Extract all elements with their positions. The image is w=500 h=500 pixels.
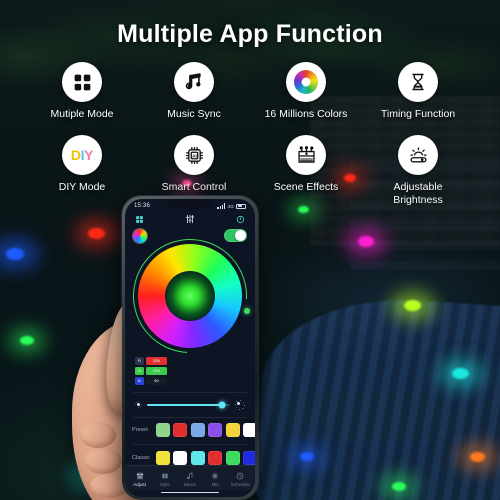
rgb-value-panel[interactable]: R 255 G 220 B 60	[135, 357, 255, 385]
rgb-channel-g: G	[135, 367, 144, 375]
status-time: 15:36	[134, 203, 151, 209]
led-red	[88, 228, 105, 239]
feature-label: Mutiple Mode	[50, 108, 114, 120]
classic-swatch-4[interactable]	[208, 450, 222, 465]
home-indicator[interactable]	[161, 491, 219, 493]
feature-item-diy-mode[interactable]: DIY DIY Mode	[26, 135, 138, 207]
led-yellow	[404, 300, 421, 311]
feature-label: Scene Effects	[273, 181, 339, 194]
power-settings-icon[interactable]	[236, 215, 245, 224]
brightness-dial-icon	[398, 135, 438, 176]
current-color-swatch[interactable]	[133, 229, 147, 243]
nav-item-schedule[interactable]: Schedule	[228, 472, 253, 487]
color-wheel-control[interactable]	[125, 215, 255, 377]
palette-label: Preset	[132, 427, 148, 434]
brightness-high-icon	[235, 400, 245, 410]
power-toggle[interactable]	[224, 229, 247, 242]
feature-label: Smart Control	[161, 181, 227, 194]
feature-label: Adjustable Brightness	[393, 181, 443, 207]
preset-swatch-3[interactable]	[190, 423, 205, 438]
nav-label: Mix	[211, 481, 219, 487]
ai-chip-icon: AI	[174, 135, 214, 176]
brightness-slider-row[interactable]	[125, 393, 255, 410]
smartphone: 15:36 4G R 255 G 220 B 60 Preset Classic…	[122, 196, 258, 500]
brightness-low-icon	[135, 401, 142, 408]
preset-swatch-1[interactable]	[155, 423, 170, 438]
nav-label: Schedule	[230, 481, 250, 487]
hourglass-icon	[398, 62, 438, 102]
nav-item-music[interactable]: Music	[177, 472, 202, 487]
feature-item-timing-function[interactable]: Timing Function	[362, 62, 474, 121]
feature-label: 16 Millions Colors	[264, 108, 348, 120]
rgb-value-g: 220	[146, 367, 167, 375]
knuckle-1	[80, 422, 116, 448]
page-title: Multiple App Function	[117, 20, 383, 48]
palette-row-classic: Classic	[125, 445, 255, 465]
nav-item-style[interactable]: Style	[152, 472, 177, 487]
wheel-center-preview	[165, 271, 215, 321]
status-indicators: 4G	[217, 203, 246, 209]
brightness-track[interactable]	[147, 401, 230, 409]
led-blue	[6, 248, 24, 260]
wheel-ring-handle[interactable]	[244, 308, 250, 315]
led-green-b	[392, 482, 406, 491]
battery-icon	[236, 203, 246, 209]
led-magenta	[358, 236, 374, 247]
classic-swatch-6[interactable]	[243, 450, 255, 465]
product-banner: Multiple App Function Mutiple Mode Music…	[0, 0, 500, 500]
led-orange	[470, 452, 485, 462]
feature-label: Timing Function	[380, 108, 456, 120]
feature-label: Music Sync	[167, 108, 221, 120]
sliders-icon[interactable]	[185, 214, 195, 224]
rgb-channel-b: B	[135, 377, 144, 385]
feature-item-scene-effects[interactable]: Scene Effects	[250, 135, 362, 207]
music-note-icon	[174, 62, 214, 102]
classic-swatch-2[interactable]	[173, 450, 187, 465]
led-green-l	[20, 336, 34, 345]
rgb-channel-r: R	[135, 357, 144, 365]
rgb-value-r: 255	[146, 357, 167, 365]
phone-notch	[167, 199, 213, 209]
preset-swatch-5[interactable]	[225, 423, 240, 438]
nav-item-mix[interactable]: Mix	[203, 472, 228, 487]
app-toolbar	[125, 210, 255, 229]
knuckle-2	[84, 448, 122, 474]
feature-item-music-sync[interactable]: Music Sync	[138, 62, 250, 121]
preset-swatch-6[interactable]	[243, 423, 255, 438]
feature-label: DIY Mode	[58, 181, 106, 194]
feature-item-adjustable-brightness[interactable]: Adjustable Brightness	[362, 135, 474, 207]
classic-swatch-3[interactable]	[190, 450, 205, 465]
led-blue-r	[300, 452, 314, 461]
color-wheel-icon	[286, 62, 326, 102]
color-wheel-section	[125, 215, 255, 377]
palette-label: Classic	[132, 454, 150, 461]
nav-label: Adjust	[133, 481, 146, 487]
rgb-value-b: 60	[146, 377, 167, 385]
feature-item-16-millions-colors[interactable]: 16 Millions Colors	[250, 62, 362, 121]
network-label: 4G	[227, 203, 234, 209]
feature-item-mutiple-mode[interactable]: Mutiple Mode	[26, 62, 138, 121]
grid-view-icon[interactable]	[135, 215, 144, 224]
signal-icon	[217, 203, 226, 209]
bottom-navigation: Adjust Style Music Mix Schedule	[125, 464, 255, 490]
phone-screen: 15:36 4G R 255 G 220 B 60 Preset Classic…	[125, 199, 255, 497]
led-cyan	[452, 368, 469, 379]
svg-text:AI: AI	[192, 153, 197, 159]
nav-item-adjust[interactable]: Adjust	[127, 472, 152, 487]
classic-swatch-1[interactable]	[155, 450, 170, 465]
nav-label: Music	[183, 481, 196, 487]
feature-grid: Mutiple Mode Music Sync 16 Millions Colo…	[26, 62, 474, 207]
preset-swatch-2[interactable]	[173, 423, 187, 438]
diy-text-icon: DIY	[62, 135, 102, 176]
palette-row-preset: Preset	[125, 417, 255, 438]
classic-swatch-5[interactable]	[225, 450, 240, 465]
grid-squares-icon	[62, 62, 102, 102]
preset-swatch-4[interactable]	[208, 423, 222, 438]
scene-stage-icon	[286, 135, 326, 176]
nav-label: Style	[159, 481, 170, 487]
